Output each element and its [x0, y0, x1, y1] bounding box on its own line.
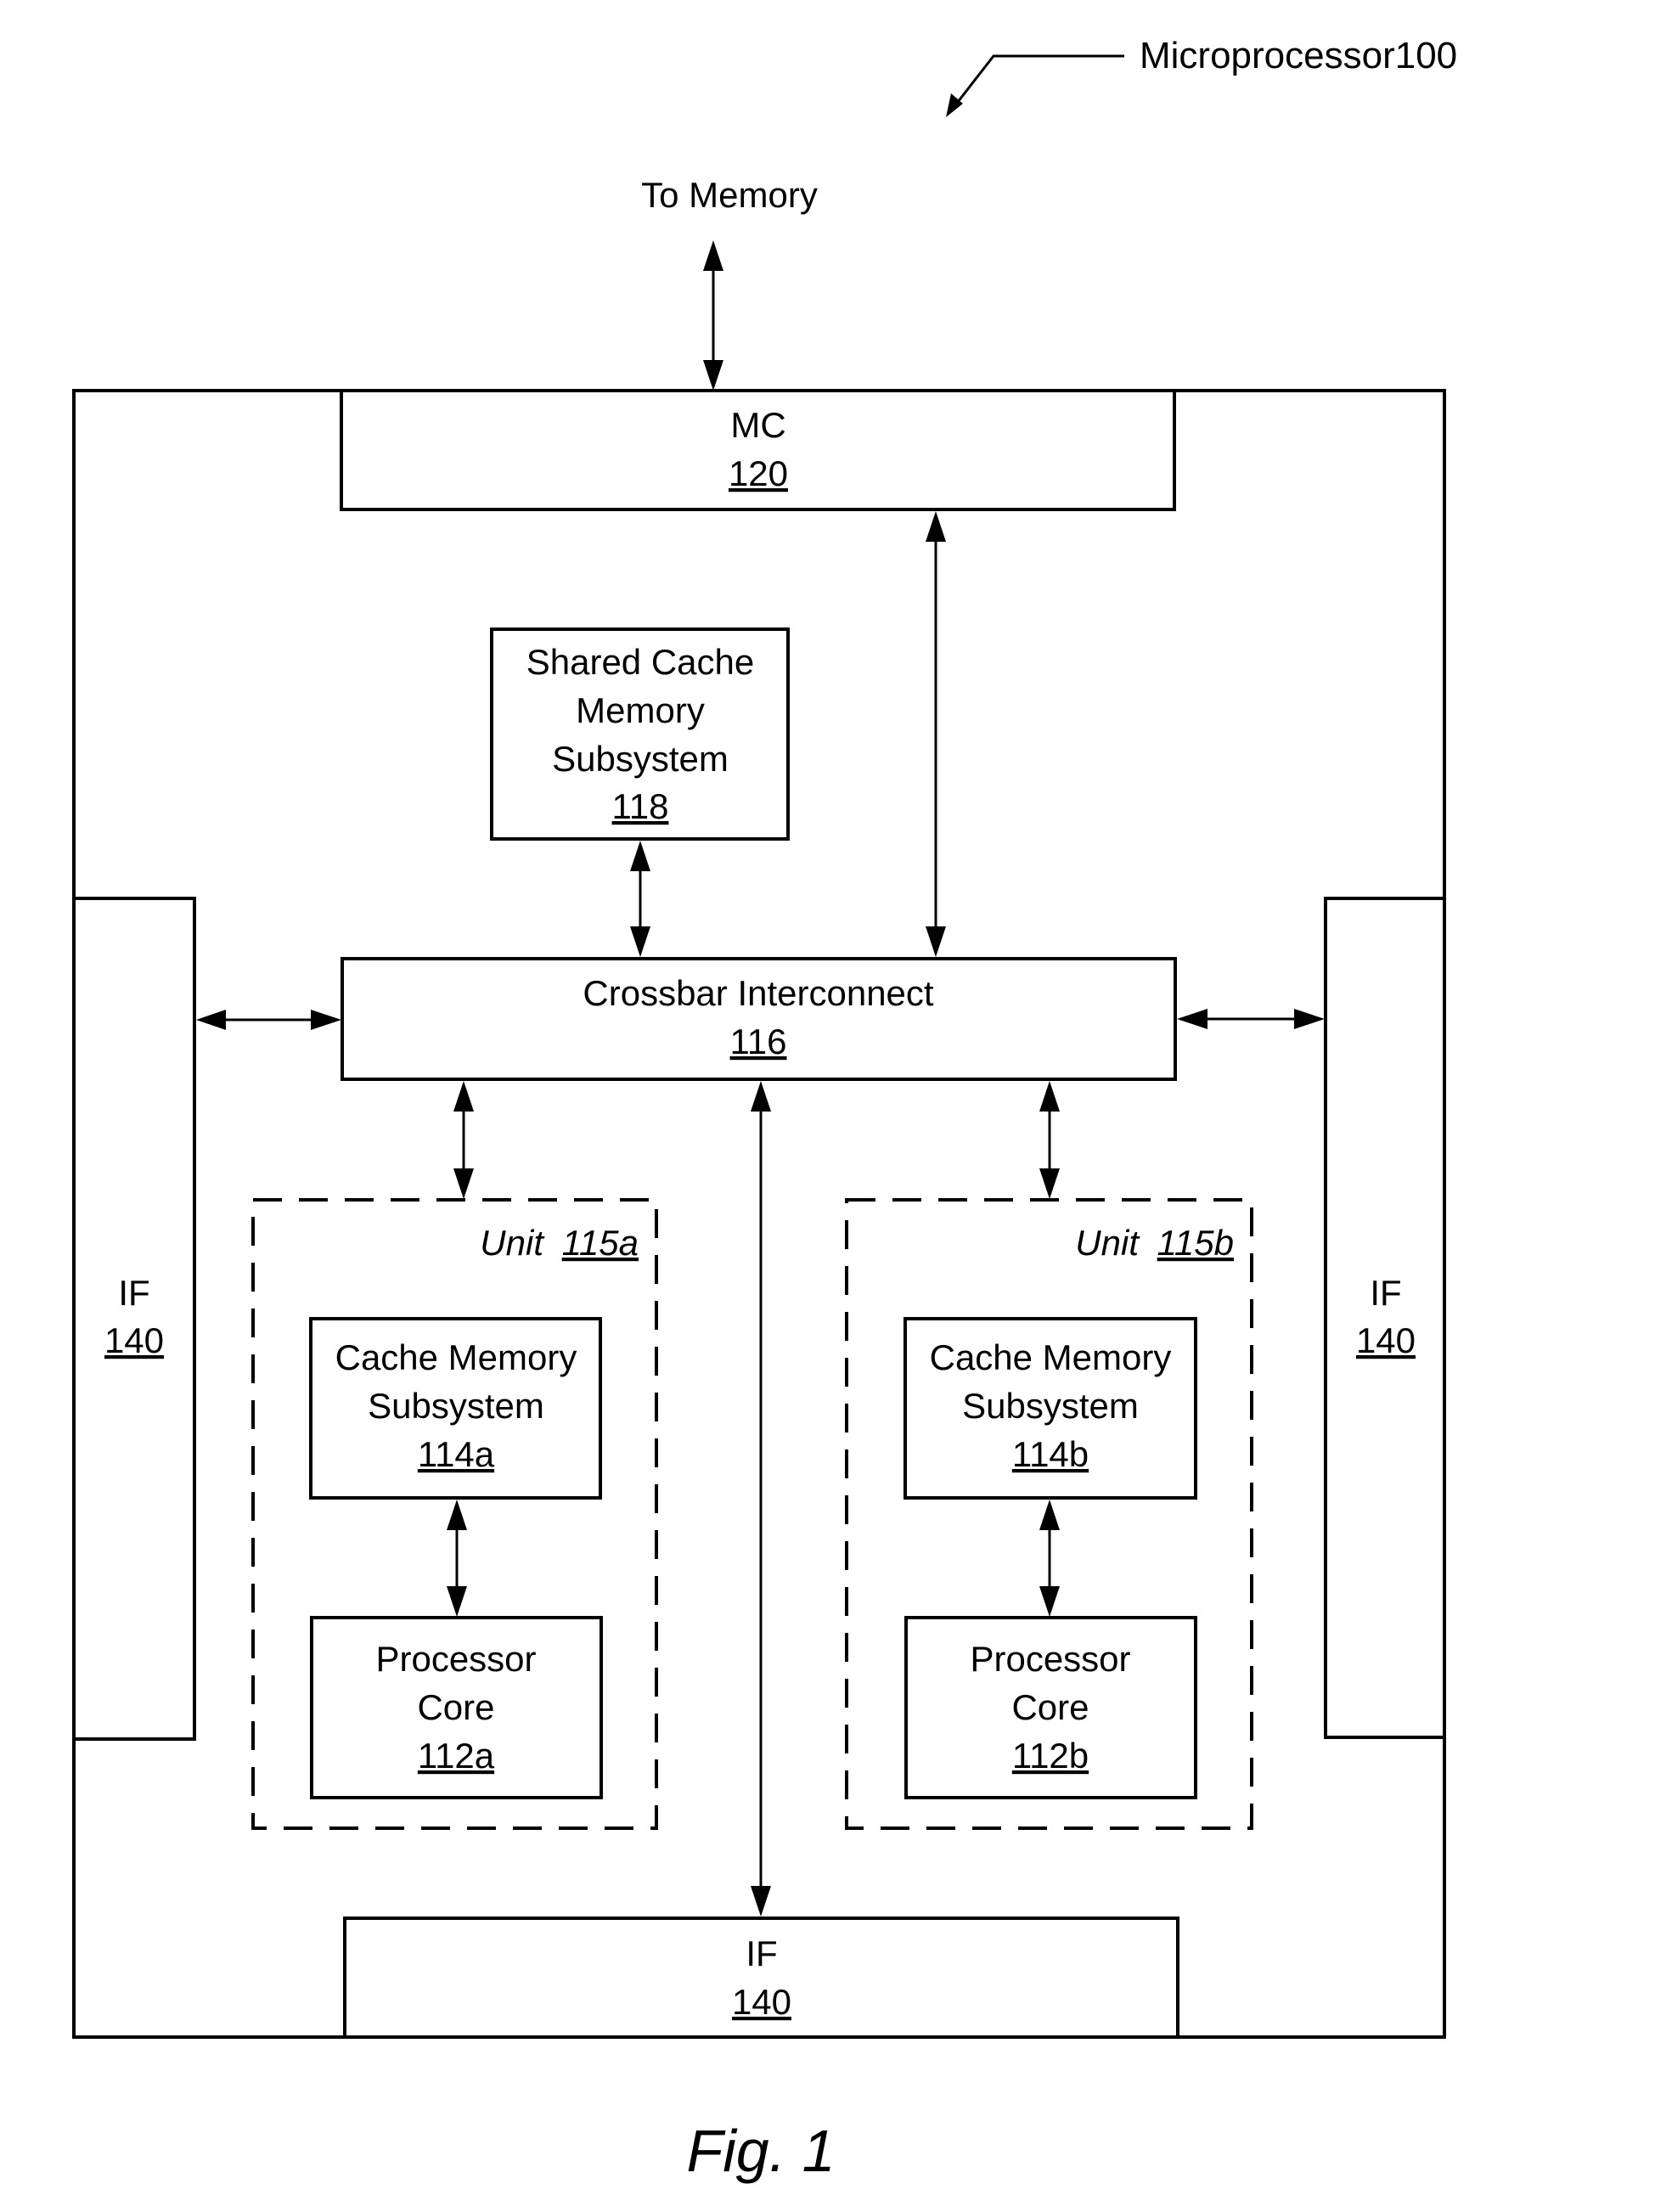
crossbar-number: 116 [730, 1022, 787, 1061]
unit-b: Unit 115b Cache Memory Subsystem 114b Pr… [845, 1198, 1253, 1830]
cache-114b-line-2: Subsystem [962, 1386, 1139, 1426]
microprocessor-diagram: Microprocessor100 To Memory MC 120 Share… [72, 35, 1457, 2184]
to-memory-label: To Memory [641, 175, 818, 215]
unit-a-prefix: Unit [480, 1223, 545, 1263]
crossbar-name: Crossbar Interconnect [583, 973, 934, 1013]
cache-114b-number: 114b [1012, 1434, 1089, 1474]
arrow-cache-114a-core-112a [447, 1500, 467, 1617]
leader-line [956, 54, 1124, 103]
if-right-number: 140 [1356, 1320, 1416, 1360]
arrow-if-left-crossbar [196, 1010, 341, 1030]
unit-a-number: 115a [562, 1223, 639, 1263]
if-bottom-block: IF 140 [343, 1917, 1179, 2039]
cache-114a-line-2: Subsystem [368, 1386, 544, 1426]
mc-name: MC [730, 405, 785, 445]
arrow-shared-cache-crossbar [630, 841, 650, 957]
unit-b-prefix: Unit [1075, 1223, 1140, 1263]
unit-a-label: Unit 115a [480, 1223, 639, 1263]
core-112b-number: 112b [1012, 1736, 1089, 1776]
if-bottom-name: IF [746, 1933, 777, 1973]
mc-number: 120 [729, 453, 788, 493]
if-right-name: IF [1370, 1273, 1401, 1313]
arrow-crossbar-unit-a [453, 1081, 474, 1199]
cache-114b-line-1: Cache Memory [930, 1337, 1172, 1377]
shared-cache-number: 118 [612, 786, 669, 826]
arrow-crossbar-unit-b [1039, 1081, 1060, 1199]
cache-114a-line-1: Cache Memory [335, 1337, 577, 1377]
if-left-name: IF [118, 1273, 149, 1313]
if-right-block: IF 140 [1324, 897, 1446, 1739]
if-bottom-number: 140 [732, 1982, 791, 2022]
mc-block: MC 120 [340, 389, 1176, 511]
core-112b-line-2: Core [1011, 1687, 1089, 1727]
crossbar-block: Crossbar Interconnect 116 [341, 957, 1177, 1081]
core-112a-line-2: Core [417, 1687, 494, 1727]
unit-b-number: 115b [1157, 1223, 1234, 1263]
shared-cache-line-2: Memory [576, 690, 705, 730]
shared-cache-block: Shared Cache Memory Subsystem 118 [490, 628, 790, 841]
if-left-block: IF 140 [72, 897, 196, 1741]
if-left-number: 140 [104, 1320, 164, 1360]
reference-callout: Microprocessor100 [946, 35, 1457, 117]
reference-label: Microprocessor100 [1140, 35, 1457, 76]
arrow-mc-crossbar [926, 511, 946, 957]
unit-b-label: Unit 115b [1075, 1223, 1234, 1263]
core-112a-number: 112a [418, 1736, 495, 1776]
arrow-crossbar-if-bottom [751, 1081, 771, 1917]
unit-a: Unit 115a Cache Memory Subsystem 114a Pr… [251, 1198, 658, 1830]
core-112b-line-1: Processor [970, 1639, 1130, 1679]
figure-caption: Fig. 1 [686, 2118, 835, 2184]
arrow-memory-mc [703, 240, 723, 391]
arrow-cache-114b-core-112b [1039, 1500, 1060, 1617]
arrow-if-right-crossbar [1177, 1009, 1325, 1029]
shared-cache-line-3: Subsystem [552, 739, 729, 779]
cache-114a-number: 114a [418, 1434, 495, 1474]
core-112a-line-1: Processor [375, 1639, 536, 1679]
shared-cache-line-1: Shared Cache [526, 642, 755, 682]
